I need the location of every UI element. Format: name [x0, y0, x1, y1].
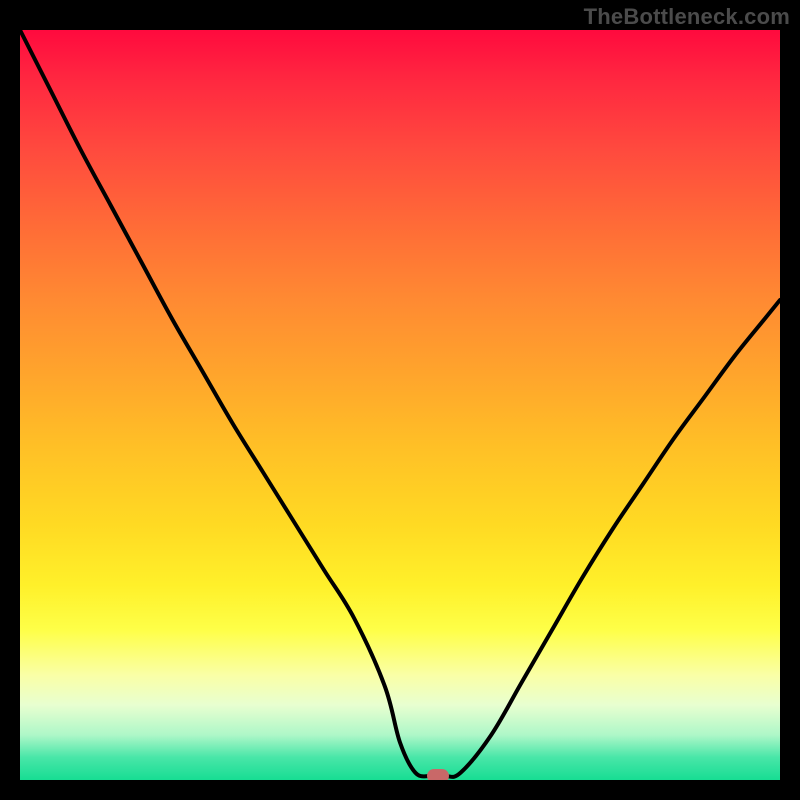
attribution-label: TheBottleneck.com	[584, 4, 790, 30]
plot-area	[20, 30, 780, 780]
bottleneck-curve	[20, 30, 780, 780]
optimal-marker	[427, 769, 449, 780]
chart-frame: TheBottleneck.com	[0, 0, 800, 800]
